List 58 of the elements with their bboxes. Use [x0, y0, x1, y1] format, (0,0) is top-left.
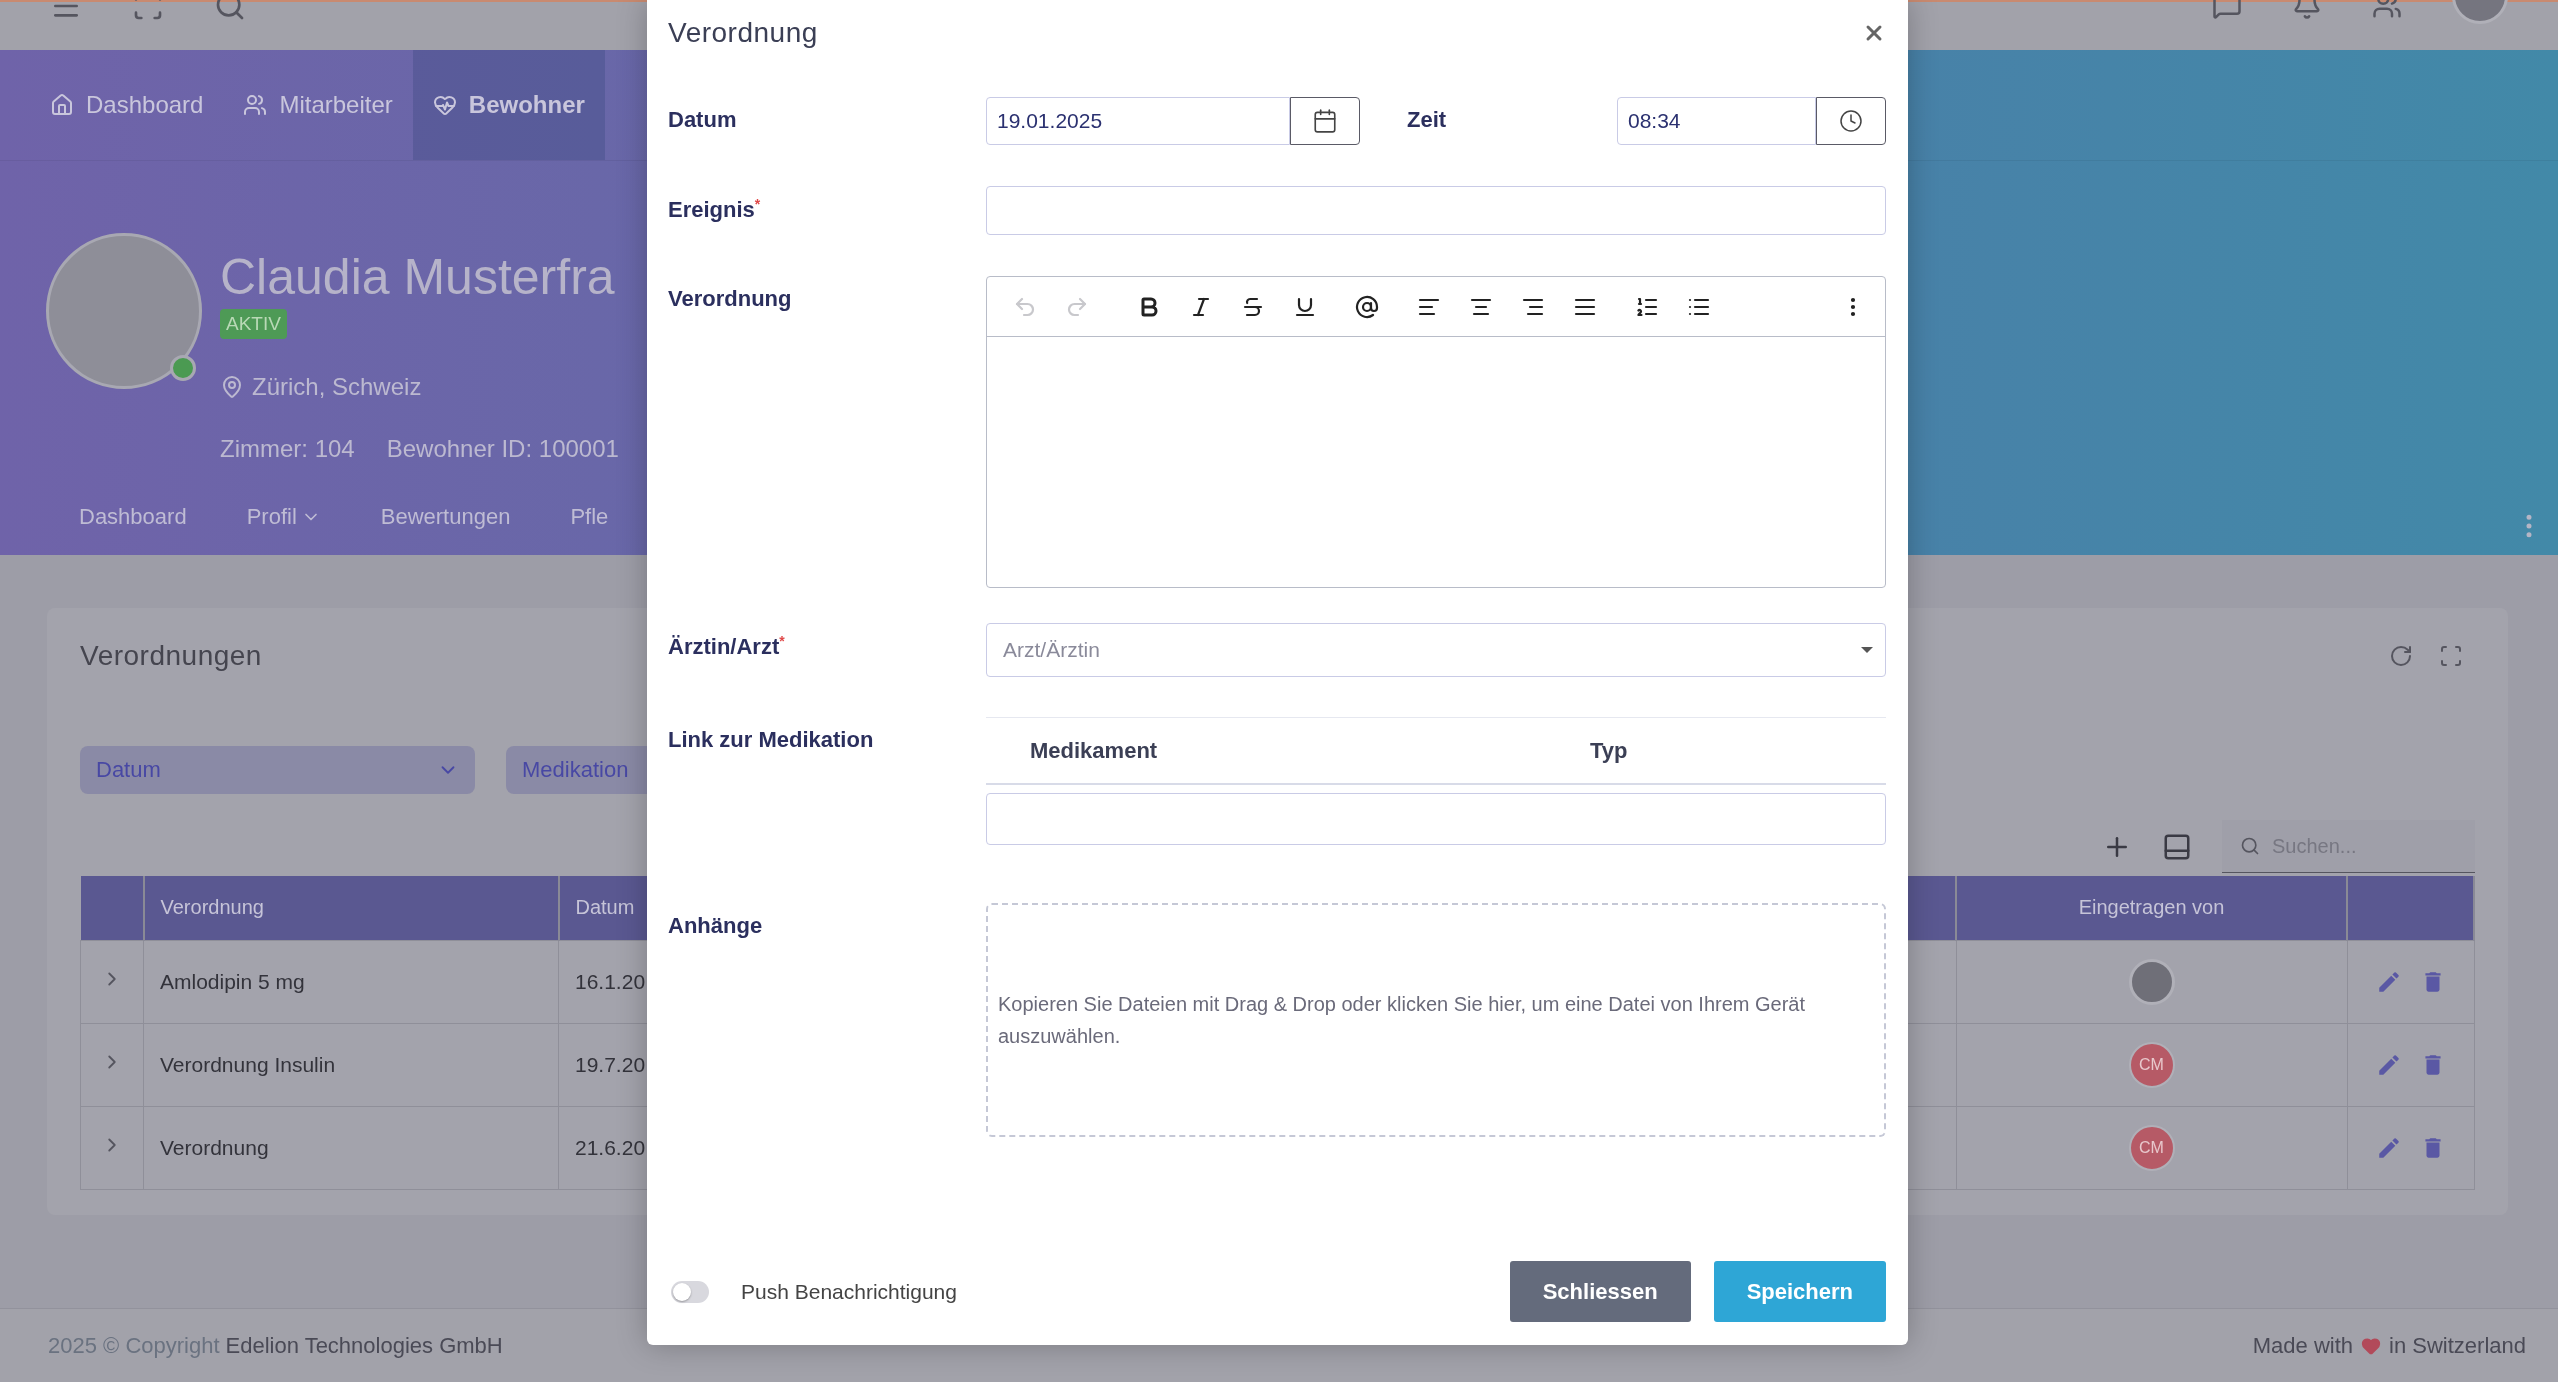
refresh-icon[interactable] [2389, 643, 2413, 668]
field-label: Anhänge [668, 912, 764, 940]
heart-pulse-icon [432, 93, 457, 117]
profile-tab[interactable]: Bewertungen [380, 504, 511, 530]
resident-name: Claudia Musterfra [220, 248, 616, 307]
event-input[interactable] [986, 186, 1886, 235]
nav-item[interactable]: Mitarbeiter [223, 50, 413, 160]
nav-item[interactable]: Bewohner [412, 50, 605, 160]
field-label: Verordnung [668, 285, 793, 313]
field-label: Ärztin/Arzt$^{*}$ [668, 632, 786, 662]
initials-avatar: CM [2128, 1124, 2175, 1171]
time-input[interactable]: 08:34 [1617, 97, 1816, 145]
column-header: Medikament [1030, 737, 1159, 764]
initials-avatar: CM [2128, 1041, 2175, 1088]
expand-icon[interactable] [2439, 643, 2463, 668]
resident-id: Bewohner ID: 100001 [386, 435, 619, 463]
medication-input[interactable] [986, 793, 1886, 845]
column-header: Typ [1590, 737, 1629, 764]
table-cell: Amlodipin 5 mg [143, 940, 559, 1023]
clock-icon [1839, 109, 1863, 133]
profile-tab[interactable]: Profil [246, 504, 321, 530]
home-icon [50, 93, 74, 117]
profile-tab[interactable]: Pfle [570, 504, 609, 530]
field-label: Zeit [1406, 106, 1448, 133]
search-icon [2240, 836, 2260, 856]
close-button[interactable]: Schliessen [1509, 1261, 1691, 1322]
field-label: Link zur Medikation [668, 726, 875, 754]
doctor-select[interactable]: Arzt/Ärztin [986, 623, 1886, 677]
file-drop-zone[interactable]: Kopieren Sie Dateien mit Drag & Drop oder klicken Sie hier, um eine Datei von Ihrem Gerät auszuwählen. [986, 903, 1886, 1137]
nav-item[interactable]: Dashboard [30, 50, 224, 160]
heart-icon [2361, 1335, 2382, 1356]
calendar-icon [1312, 108, 1338, 134]
filter-select[interactable]: Datum [80, 746, 475, 794]
field-label: Ereignis$^{*}$ [668, 195, 762, 225]
save-button[interactable]: Speichern [1713, 1261, 1886, 1322]
company-name: Edelion Technologies GmbH [225, 1332, 503, 1359]
users-icon [243, 93, 268, 117]
toggle-switch[interactable] [671, 1280, 709, 1303]
copyright-text: 2025 © Copyright [48, 1332, 220, 1359]
footer-text: Made with [2252, 1332, 2354, 1359]
column-header: Verordnung [143, 876, 559, 940]
profile-tab[interactable]: Dashboard [79, 504, 187, 530]
status-badge: AKTIV [220, 309, 287, 339]
clock-button[interactable] [1816, 97, 1886, 145]
date-input[interactable]: 19.01.2025 [986, 97, 1290, 145]
toggle-label: Push Benachrichtigung [741, 1279, 957, 1304]
table-cell: Verordnung Insulin [143, 1023, 559, 1106]
field-label: Datum [668, 106, 738, 134]
modal-title: Verordnung [668, 16, 818, 49]
location-text: Zürich, Schweiz [252, 373, 422, 401]
card-title: Verordnungen [80, 639, 262, 672]
location-pin-icon [220, 375, 244, 399]
column-header: Eingetragen von [1956, 876, 2347, 940]
table-cell: Verordnung [143, 1106, 559, 1189]
caret-icon [1861, 647, 1873, 653]
calendar-button[interactable] [1290, 97, 1360, 145]
footer-text: in Switzerland [2389, 1332, 2526, 1359]
room-number: Zimmer: 104 [220, 435, 355, 463]
